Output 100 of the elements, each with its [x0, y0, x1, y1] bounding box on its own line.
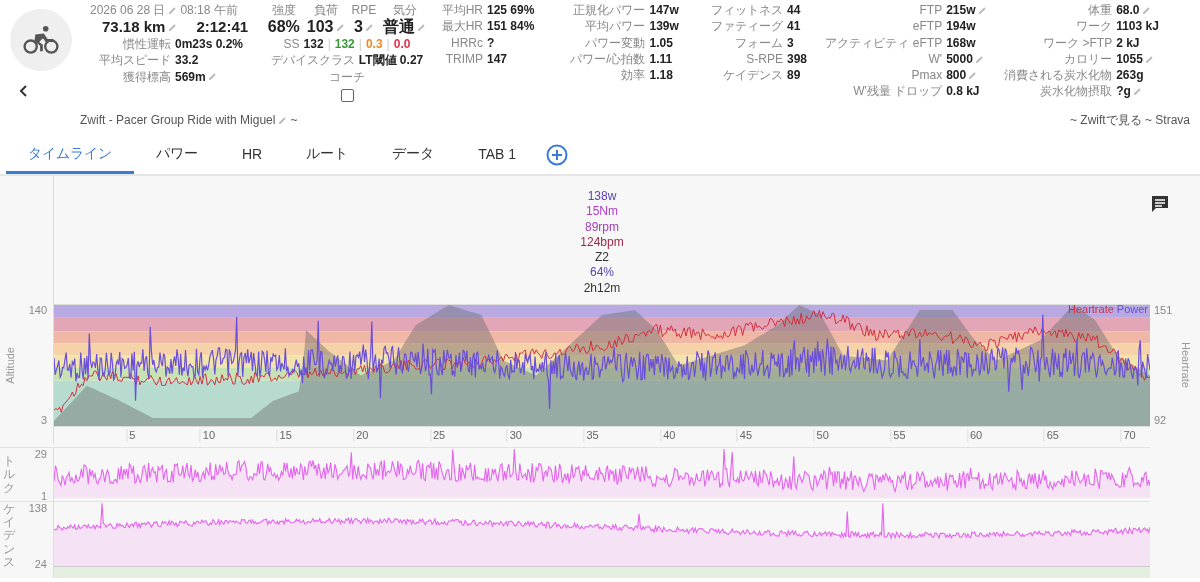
stat-label: パワー/心拍数 [569, 50, 646, 68]
pencil-icon[interactable] [1132, 87, 1142, 97]
pencil-icon[interactable] [364, 22, 374, 32]
axis-label: 1 [40, 490, 47, 502]
stat-value: 68.0 [1116, 2, 1140, 19]
stat-label: カロリー [1063, 50, 1113, 68]
tab[interactable]: HR [220, 136, 285, 174]
stat-label: ワーク >FTP [1042, 34, 1113, 51]
stat-label: フォーム [734, 34, 783, 51]
stat-value: 0.8 kJ [946, 83, 980, 100]
axis-label: 138 [28, 502, 47, 514]
pencil-icon[interactable] [977, 5, 987, 15]
axis-label: 60 [967, 429, 983, 442]
coach-checkbox[interactable] [340, 88, 354, 102]
stat-label: eFTP [911, 18, 943, 35]
stat-label: W' [927, 50, 943, 68]
pencil-icon[interactable] [1144, 54, 1154, 64]
rating-label: 気分 [392, 2, 417, 18]
legend-label: Power [1116, 303, 1148, 315]
stat-label: 平均HR [440, 2, 483, 19]
tab[interactable]: ルート [284, 136, 371, 174]
stat-value: 41 [787, 18, 801, 35]
stat-value: 3 [787, 34, 794, 51]
stat-value: 398 [787, 50, 807, 68]
stat-value: 151 84% [487, 18, 535, 35]
axis-label: 151 [1154, 304, 1173, 316]
stat-value: 139w [649, 18, 679, 35]
stat-value: 263g [1116, 67, 1144, 84]
axis-title: Altitude [4, 346, 16, 384]
stat-label: アクティビティ eFTP [824, 34, 943, 51]
tab[interactable]: データ [370, 136, 457, 174]
stat-label: FTP [918, 2, 943, 19]
tab[interactable]: パワー [134, 136, 220, 174]
axis-label: 15 [276, 429, 292, 442]
pencil-icon[interactable] [335, 22, 345, 32]
stat-label: 効率 [620, 67, 646, 84]
external-links[interactable]: ~ Zwiftで見る ~ Strava [1069, 111, 1190, 129]
stress-score-value: 0.0 [393, 36, 411, 53]
stat-value: 89 [787, 67, 801, 84]
rating-value: 103 [306, 18, 334, 36]
axis-label: 24 [34, 558, 47, 570]
stat-value: 1.05 [649, 34, 673, 51]
axis-label: 5 [126, 429, 136, 442]
axis-label: 3 [40, 414, 47, 426]
axis-label: 10 [199, 429, 216, 442]
activity-date: 2026 06 28 日 [90, 2, 166, 18]
stress-score-value: 132 [303, 36, 324, 53]
stat-value: 194w [946, 18, 976, 35]
axis-label: 25 [429, 429, 446, 442]
axis-label: 40 [660, 429, 676, 442]
stat-value: 147w [649, 2, 679, 19]
rating-label: 強度 [271, 2, 296, 18]
tooltip-value: 2h12m [583, 280, 621, 296]
duration-value: 2:12:41 [196, 18, 249, 36]
axis-label: 92 [1154, 414, 1168, 426]
axis-label: 35 [583, 429, 599, 442]
stat-label: 慣性運転 [121, 36, 171, 53]
stat-value: 800 [946, 67, 967, 84]
stat-label: 炭水化物摂取 [1039, 83, 1113, 100]
comment-icon[interactable] [1150, 194, 1170, 214]
rating-label: RPE [351, 2, 377, 18]
stress-score-value: 0.3 [365, 36, 383, 53]
axis-title: Heartrate [1180, 342, 1192, 388]
stat-value: 0m23s 0.2% [174, 36, 244, 53]
rating-value: 68% [267, 18, 300, 36]
pencil-icon[interactable] [278, 115, 288, 125]
stat-label: デバイスクラス [270, 52, 355, 69]
separator: | [327, 36, 331, 53]
pencil-icon[interactable] [207, 72, 217, 82]
stat-label: パワー変動 [584, 34, 646, 51]
separator: | [358, 36, 362, 53]
stat-label: 平均パワー [584, 18, 646, 35]
stat-label: HRRc [450, 34, 483, 51]
tab[interactable]: TAB 1 [456, 136, 539, 174]
stat-value: 1055 [1116, 50, 1143, 68]
stat-value: 33.2 [174, 52, 199, 69]
stat-value: 569m [174, 68, 206, 85]
stat-label: S-RPE [745, 50, 783, 68]
stat-value: ?g [1116, 83, 1131, 100]
stat-label: ワーク [1075, 18, 1113, 35]
activity-time: 08:18 午前 [180, 2, 238, 18]
tooltip-value: 124bpm [580, 234, 624, 251]
axis-label: 29 [34, 448, 47, 460]
stat-value: 1103 kJ [1116, 18, 1159, 35]
axis-label: 20 [353, 429, 369, 442]
stat-value: 5000 [946, 50, 973, 68]
tooltip-value: 64% [590, 265, 614, 281]
distance-value: 73.18 km [102, 18, 166, 36]
pencil-icon[interactable] [1141, 5, 1151, 15]
rating-value: 普通 [383, 18, 416, 36]
stat-label: W'残量 ドロップ [852, 83, 943, 100]
axis-label: 45 [736, 429, 753, 442]
tooltip-value: Z2 [595, 250, 609, 266]
add-tab-icon[interactable] [546, 144, 569, 166]
rating-label: 負荷 [313, 2, 338, 18]
pencil-icon[interactable] [417, 22, 427, 32]
stat-value: 1.11 [649, 50, 673, 68]
stat-value: 1.18 [649, 67, 673, 84]
stat-label: 獲得標高 [121, 68, 171, 85]
tooltip-value: 89rpm [585, 219, 619, 235]
